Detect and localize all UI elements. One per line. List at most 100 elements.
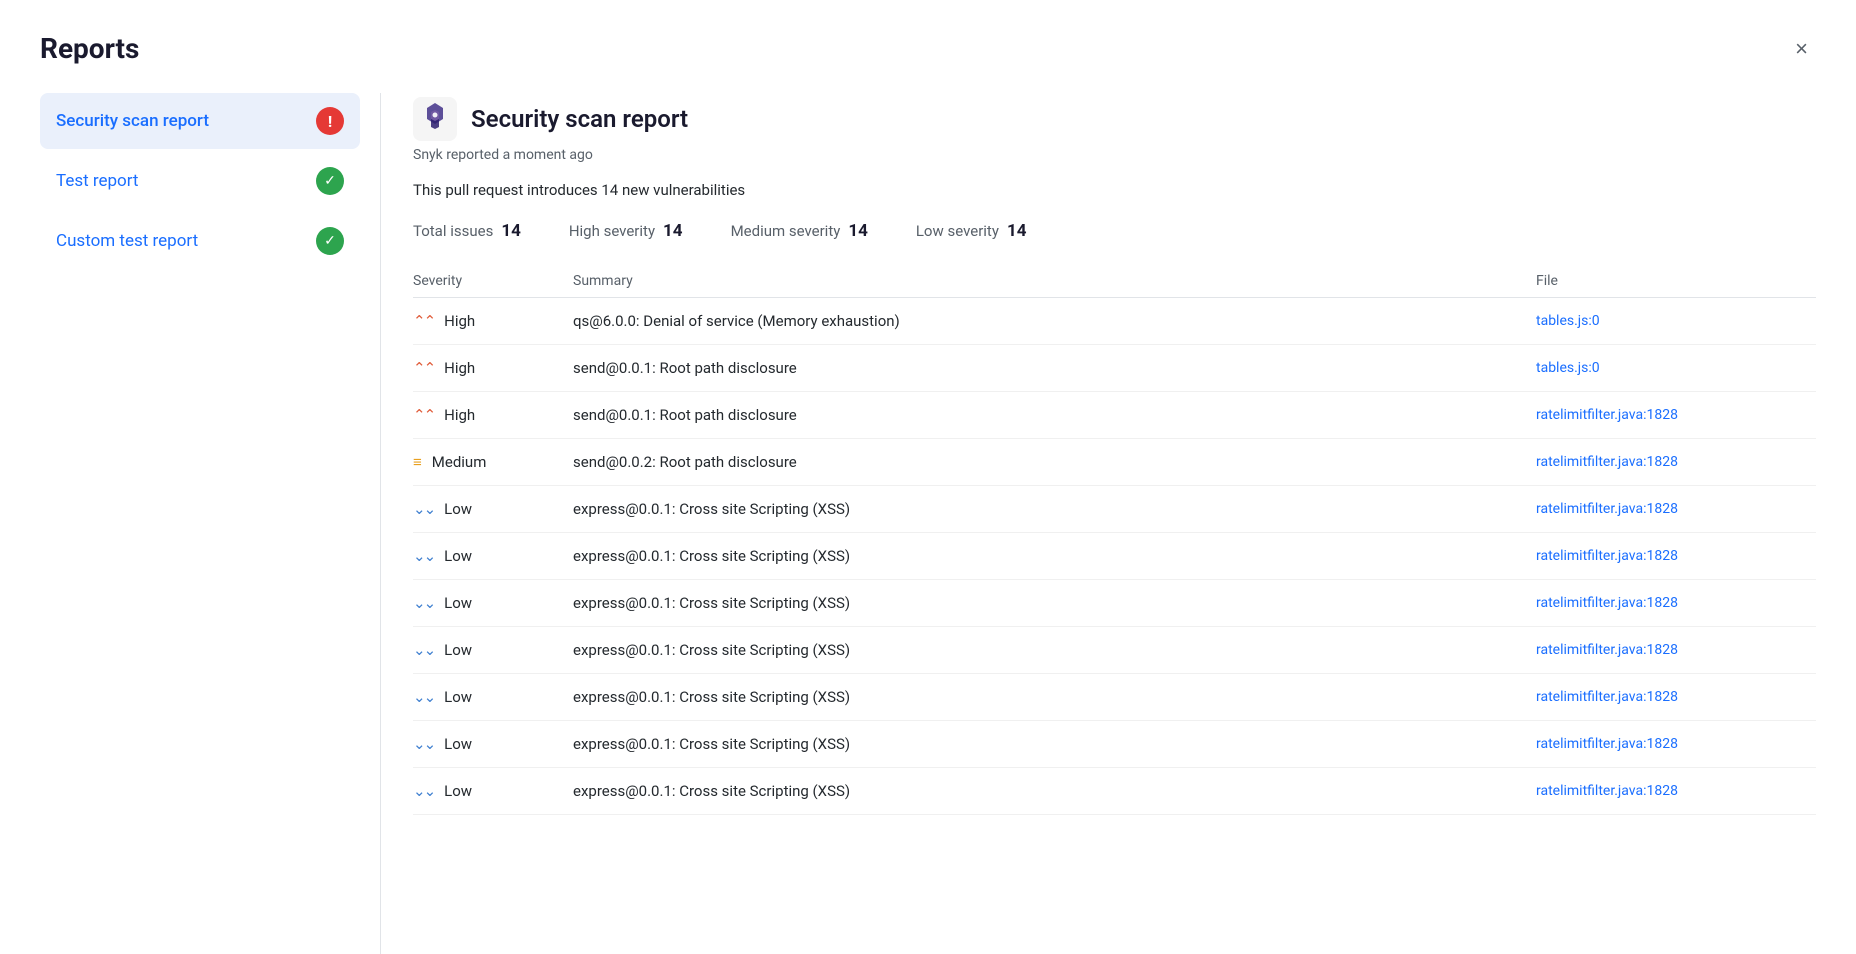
table-rows: ⌃⌃ High qs@6.0.0: Denial of service (Mem… bbox=[413, 298, 1816, 815]
sidebar-item-label: Test report bbox=[56, 171, 139, 191]
severity-cell: ⌄⌄ Low bbox=[413, 547, 573, 565]
reports-modal: Reports × Security scan report ! Test re… bbox=[0, 0, 1856, 954]
file-link[interactable]: ratelimitfilter.java:1828 bbox=[1536, 501, 1816, 517]
low-severity-icon: ⌄⌄ bbox=[413, 690, 434, 705]
severity-label: Low bbox=[444, 735, 472, 753]
table-row: ⌄⌄ Low express@0.0.1: Cross site Scripti… bbox=[413, 674, 1816, 721]
high-severity-icon: ⌃⌃ bbox=[413, 408, 434, 423]
file-link[interactable]: ratelimitfilter.java:1828 bbox=[1536, 783, 1816, 799]
report-meta: Snyk reported a moment ago bbox=[413, 147, 1816, 163]
col-file: File bbox=[1536, 273, 1816, 289]
table-row: ⌄⌄ Low express@0.0.1: Cross site Scripti… bbox=[413, 486, 1816, 533]
summary-cell: send@0.0.2: Root path disclosure bbox=[573, 453, 1536, 471]
stat-value: 14 bbox=[848, 221, 868, 241]
low-severity-icon: ⌄⌄ bbox=[413, 502, 434, 517]
stat-label: Medium severity bbox=[731, 222, 841, 240]
stat-value: 14 bbox=[501, 221, 521, 241]
success-badge: ✓ bbox=[316, 167, 344, 195]
main-content: Security scan report Snyk reported a mom… bbox=[380, 93, 1816, 954]
report-header: Security scan report bbox=[413, 97, 1816, 141]
stat-total-issues: Total issues 14 bbox=[413, 221, 521, 241]
severity-label: Low bbox=[444, 641, 472, 659]
severity-cell: ⌄⌄ Low bbox=[413, 782, 573, 800]
severity-label: Low bbox=[444, 782, 472, 800]
stat-label: Low severity bbox=[916, 222, 999, 240]
stats-row: Total issues 14 High severity 14 Medium … bbox=[413, 221, 1816, 241]
modal-body: Security scan report ! Test report ✓ Cus… bbox=[40, 93, 1816, 954]
stat-label: Total issues bbox=[413, 222, 493, 240]
file-link[interactable]: ratelimitfilter.java:1828 bbox=[1536, 736, 1816, 752]
col-severity: Severity bbox=[413, 273, 573, 289]
low-severity-icon: ⌄⌄ bbox=[413, 643, 434, 658]
summary-cell: express@0.0.1: Cross site Scripting (XSS… bbox=[573, 782, 1536, 800]
file-link[interactable]: tables.js:0 bbox=[1536, 360, 1816, 376]
stat-low-severity: Low severity 14 bbox=[916, 221, 1027, 241]
table-row: ≡ Medium send@0.0.2: Root path disclosur… bbox=[413, 439, 1816, 486]
severity-label: Low bbox=[444, 547, 472, 565]
table-row: ⌃⌃ High send@0.0.1: Root path disclosure… bbox=[413, 345, 1816, 392]
file-link[interactable]: ratelimitfilter.java:1828 bbox=[1536, 548, 1816, 564]
summary-cell: express@0.0.1: Cross site Scripting (XSS… bbox=[573, 641, 1536, 659]
file-link[interactable]: ratelimitfilter.java:1828 bbox=[1536, 595, 1816, 611]
low-severity-icon: ⌄⌄ bbox=[413, 784, 434, 799]
sidebar-item-custom-test[interactable]: Custom test report ✓ bbox=[40, 213, 360, 269]
close-button[interactable]: × bbox=[1787, 34, 1816, 64]
severity-cell: ⌄⌄ Low bbox=[413, 500, 573, 518]
table-row: ⌄⌄ Low express@0.0.1: Cross site Scripti… bbox=[413, 721, 1816, 768]
table-row: ⌄⌄ Low express@0.0.1: Cross site Scripti… bbox=[413, 580, 1816, 627]
severity-label: Low bbox=[444, 688, 472, 706]
stat-value: 14 bbox=[1007, 221, 1027, 241]
stat-medium-severity: Medium severity 14 bbox=[731, 221, 868, 241]
severity-label: Low bbox=[444, 500, 472, 518]
snyk-logo-icon bbox=[413, 97, 457, 141]
severity-cell: ⌃⌃ High bbox=[413, 312, 573, 330]
sidebar-item-label: Security scan report bbox=[56, 111, 209, 131]
severity-cell: ⌄⌄ Low bbox=[413, 688, 573, 706]
high-severity-icon: ⌃⌃ bbox=[413, 314, 434, 329]
sidebar: Security scan report ! Test report ✓ Cus… bbox=[40, 93, 380, 954]
severity-label: Medium bbox=[432, 453, 487, 471]
severity-label: Low bbox=[444, 594, 472, 612]
summary-cell: express@0.0.1: Cross site Scripting (XSS… bbox=[573, 688, 1536, 706]
summary-cell: express@0.0.1: Cross site Scripting (XSS… bbox=[573, 547, 1536, 565]
report-intro: This pull request introduces 14 new vuln… bbox=[413, 181, 1816, 199]
stat-value: 14 bbox=[663, 221, 683, 241]
table-row: ⌃⌃ High qs@6.0.0: Denial of service (Mem… bbox=[413, 298, 1816, 345]
file-link[interactable]: tables.js:0 bbox=[1536, 313, 1816, 329]
stat-high-severity: High severity 14 bbox=[569, 221, 683, 241]
summary-cell: qs@6.0.0: Denial of service (Memory exha… bbox=[573, 312, 1536, 330]
vulnerability-table: Severity Summary File ⌃⌃ High qs@6.0.0: … bbox=[413, 265, 1816, 815]
file-link[interactable]: ratelimitfilter.java:1828 bbox=[1536, 642, 1816, 658]
file-link[interactable]: ratelimitfilter.java:1828 bbox=[1536, 407, 1816, 423]
file-link[interactable]: ratelimitfilter.java:1828 bbox=[1536, 689, 1816, 705]
sidebar-item-test-report[interactable]: Test report ✓ bbox=[40, 153, 360, 209]
summary-cell: express@0.0.1: Cross site Scripting (XSS… bbox=[573, 735, 1536, 753]
high-severity-icon: ⌃⌃ bbox=[413, 361, 434, 376]
summary-cell: send@0.0.1: Root path disclosure bbox=[573, 359, 1536, 377]
table-row: ⌄⌄ Low express@0.0.1: Cross site Scripti… bbox=[413, 768, 1816, 815]
error-badge: ! bbox=[316, 107, 344, 135]
report-title: Security scan report bbox=[471, 105, 688, 133]
severity-label: High bbox=[444, 406, 475, 424]
low-severity-icon: ⌄⌄ bbox=[413, 549, 434, 564]
sidebar-item-label: Custom test report bbox=[56, 231, 198, 251]
sidebar-item-security-scan[interactable]: Security scan report ! bbox=[40, 93, 360, 149]
severity-cell: ≡ Medium bbox=[413, 453, 573, 471]
low-severity-icon: ⌄⌄ bbox=[413, 737, 434, 752]
summary-cell: send@0.0.1: Root path disclosure bbox=[573, 406, 1536, 424]
severity-label: High bbox=[444, 312, 475, 330]
modal-header: Reports × bbox=[40, 32, 1816, 65]
severity-cell: ⌃⌃ High bbox=[413, 406, 573, 424]
file-link[interactable]: ratelimitfilter.java:1828 bbox=[1536, 454, 1816, 470]
modal-title: Reports bbox=[40, 32, 139, 65]
success-badge: ✓ bbox=[316, 227, 344, 255]
medium-severity-icon: ≡ bbox=[413, 455, 422, 470]
summary-cell: express@0.0.1: Cross site Scripting (XSS… bbox=[573, 594, 1536, 612]
table-row: ⌃⌃ High send@0.0.1: Root path disclosure… bbox=[413, 392, 1816, 439]
table-header: Severity Summary File bbox=[413, 265, 1816, 298]
table-row: ⌄⌄ Low express@0.0.1: Cross site Scripti… bbox=[413, 533, 1816, 580]
stat-label: High severity bbox=[569, 222, 655, 240]
table-row: ⌄⌄ Low express@0.0.1: Cross site Scripti… bbox=[413, 627, 1816, 674]
severity-cell: ⌄⌄ Low bbox=[413, 735, 573, 753]
severity-cell: ⌄⌄ Low bbox=[413, 641, 573, 659]
